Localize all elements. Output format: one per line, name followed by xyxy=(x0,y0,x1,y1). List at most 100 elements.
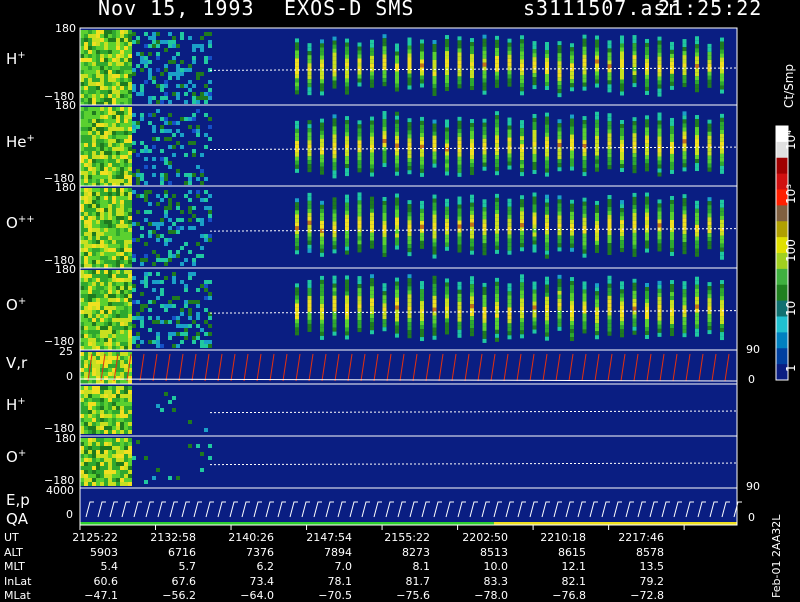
spectrogram-cell xyxy=(128,30,132,34)
spectrogram-cell xyxy=(307,79,312,84)
spectrogram-cell xyxy=(124,143,128,147)
spectrogram-cell xyxy=(180,60,184,64)
spectrogram-cell xyxy=(128,107,132,111)
spectrogram-cell xyxy=(92,338,96,342)
spectrogram-cell xyxy=(507,214,512,219)
spectrogram-cell xyxy=(495,305,499,310)
spectrogram-cell xyxy=(382,127,387,132)
spectrogram-cell xyxy=(682,329,687,334)
spectrogram-cell xyxy=(332,287,337,292)
spectrogram-cell xyxy=(307,152,312,157)
spectrogram-cell xyxy=(108,119,112,123)
spectrogram-cell xyxy=(104,224,108,228)
spectrogram-cell xyxy=(370,196,374,201)
spectrogram-cell xyxy=(84,155,88,159)
spectrogram-cell xyxy=(545,45,549,50)
spectrogram-cell xyxy=(607,157,612,162)
spectrogram-cell xyxy=(307,140,312,145)
spectrogram-cell xyxy=(152,173,156,177)
spectrogram-cell xyxy=(482,227,487,232)
spectrogram-cell xyxy=(720,121,724,126)
spectrogram-cell xyxy=(395,119,399,124)
spectrogram-cell xyxy=(112,228,116,232)
spectrogram-cell xyxy=(370,278,374,283)
spectrogram-cell xyxy=(100,260,104,264)
spectrogram-cell xyxy=(88,135,92,139)
spectrogram-cell xyxy=(420,208,424,213)
spectrogram-cell xyxy=(632,232,637,237)
spectrogram-cell xyxy=(116,179,120,183)
spectrogram-cell xyxy=(345,198,349,203)
spectrogram-cell xyxy=(382,315,387,320)
spectrogram-cell xyxy=(88,232,92,236)
spectrogram-cell xyxy=(92,314,96,318)
spectrogram-cell xyxy=(112,212,116,216)
spectrogram-cell xyxy=(148,76,152,80)
spectrogram-cell xyxy=(92,94,96,98)
spectrogram-cell xyxy=(382,291,387,296)
spectrogram-cell xyxy=(307,315,312,320)
spectrogram-cell xyxy=(395,127,399,132)
spectrogram-cell xyxy=(184,336,188,340)
y-tick-top: 180 xyxy=(55,181,76,194)
spectrogram-cell xyxy=(345,230,349,235)
spectrogram-cell xyxy=(176,476,180,480)
spectrogram-cell xyxy=(495,213,499,218)
spectrogram-cell xyxy=(108,372,112,376)
spectrogram-cell xyxy=(645,54,649,59)
spectrogram-cell xyxy=(295,50,299,55)
spectrogram-cell xyxy=(607,40,612,45)
spectrogram-cell xyxy=(657,223,662,228)
spectrogram-cell xyxy=(132,129,136,133)
spectrogram-cell xyxy=(595,331,599,336)
spectrogram-cell xyxy=(88,131,92,135)
spectrogram-cell xyxy=(188,206,192,210)
spectrogram-cell xyxy=(112,135,116,139)
spectrogram-cell xyxy=(100,82,104,86)
spectrogram-cell xyxy=(320,291,324,296)
spectrogram-cell xyxy=(80,482,84,486)
spectrogram-cell xyxy=(557,45,562,50)
spectrogram-cell xyxy=(128,220,132,224)
spectrogram-cell xyxy=(92,200,96,204)
spectrogram-cell xyxy=(120,446,124,450)
spectrogram-cell xyxy=(682,111,687,116)
spectrogram-cell xyxy=(144,165,148,169)
spectrogram-cell xyxy=(495,135,499,140)
footer-cell: 5.7 xyxy=(178,560,197,573)
spectrogram-cell xyxy=(84,98,88,102)
spectrogram-cell xyxy=(188,316,192,320)
spectrogram-cell xyxy=(595,248,599,253)
spectrogram-cell xyxy=(104,139,108,143)
spectrogram-cell xyxy=(670,320,674,325)
spectrogram-cell xyxy=(295,90,299,95)
spectrogram-cell xyxy=(88,306,92,310)
spectrogram-cell xyxy=(370,51,374,56)
footer-cell: −76.8 xyxy=(552,589,586,602)
spectrogram-cell xyxy=(92,82,96,86)
spectrogram-cell xyxy=(112,310,116,314)
spectrogram-cell xyxy=(620,200,624,205)
spectrogram-cell xyxy=(112,220,116,224)
spectrogram-cell xyxy=(132,113,136,117)
spectrogram-cell xyxy=(96,270,100,274)
spectrogram-cell xyxy=(482,122,487,127)
spectrogram-cell xyxy=(112,115,116,119)
spectrogram-cell xyxy=(432,335,437,340)
spectrogram-cell xyxy=(84,380,88,384)
spectrogram-cell xyxy=(88,74,92,78)
spectrogram-cell xyxy=(196,125,200,129)
spectrogram-cell xyxy=(345,331,349,336)
spectrogram-cell xyxy=(645,192,649,197)
spectrogram-cell xyxy=(112,216,116,220)
spectrogram-cell xyxy=(532,53,537,58)
spectrogram-cell xyxy=(120,98,124,102)
spectrogram-cell xyxy=(607,64,612,69)
spectrogram-cell xyxy=(657,164,662,169)
spectrogram-cell xyxy=(144,272,148,276)
spectrogram-cell xyxy=(345,222,349,227)
spectrogram-cell xyxy=(607,133,612,138)
spectrogram-cell xyxy=(632,137,637,142)
footer-cell: 81.7 xyxy=(405,574,431,588)
spectrogram-cell xyxy=(682,214,687,219)
